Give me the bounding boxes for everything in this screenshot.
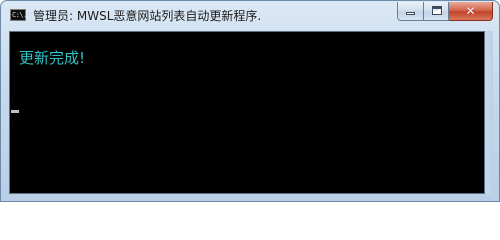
window-border-right <box>485 31 493 194</box>
window-title: 管理员: MWSL恶意网站列表自动更新程序. <box>33 9 262 23</box>
title-bar[interactable]: C:\. 管理员: MWSL恶意网站列表自动更新程序. ✕ <box>1 1 499 31</box>
maximize-button[interactable] <box>423 2 449 21</box>
console-icon-text: C:\. <box>12 11 27 19</box>
close-button[interactable]: ✕ <box>449 2 493 21</box>
console-line: 更新完成! <box>19 49 86 67</box>
text-cursor <box>11 110 19 113</box>
console-icon[interactable]: C:\. <box>10 9 27 21</box>
maximize-icon <box>432 6 442 15</box>
minimize-button[interactable] <box>397 2 423 21</box>
console-window: C:\. 管理员: MWSL恶意网站列表自动更新程序. ✕ 更新完成! <box>0 0 500 202</box>
caption-buttons: ✕ <box>397 2 493 21</box>
minimize-icon <box>406 12 415 15</box>
console-output-area[interactable]: 更新完成! <box>9 31 485 194</box>
close-icon: ✕ <box>465 4 476 18</box>
